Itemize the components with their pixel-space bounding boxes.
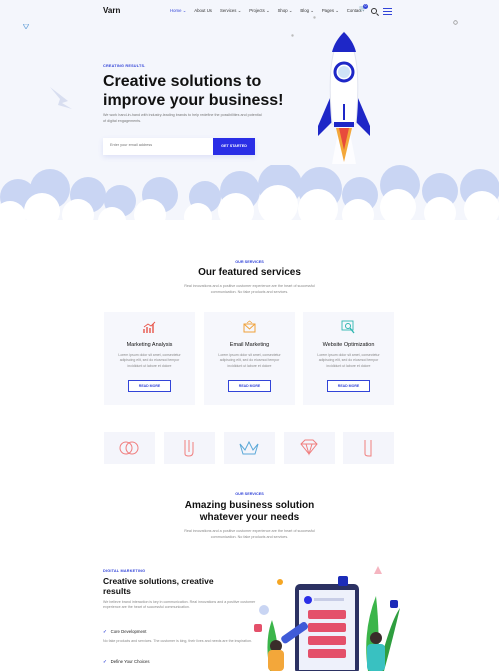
hamburger-menu-icon[interactable] [383, 8, 392, 16]
service-card: Website Optimization Lorem ipsum dolor s… [303, 312, 394, 405]
read-more-button[interactable]: READ MORE [228, 380, 271, 392]
check-icon: ✓ [103, 659, 107, 664]
service-card-title: Website Optimization [322, 342, 375, 348]
arrow-doodle-icon [50, 87, 72, 109]
get-started-button[interactable]: GET STARTED [213, 138, 255, 155]
client-logo[interactable] [343, 432, 394, 464]
digital-eyebrow: DIGITAL MARKETING [103, 569, 146, 573]
client-logo[interactable] [164, 432, 215, 464]
hero-title-line2: improve your business! [103, 92, 284, 109]
email-input[interactable] [110, 143, 210, 147]
marketing-illustration [254, 566, 400, 671]
client-logo[interactable] [284, 432, 335, 464]
nav-item-services[interactable]: Services ⌄ [220, 8, 241, 14]
nav-item-home[interactable]: Home ⌄ [170, 8, 186, 14]
main-menu: Home ⌄ About Us Services ⌄ Projects ⌄ Sh… [170, 8, 362, 14]
diamond-logo-icon [300, 439, 318, 456]
nav-item-shop[interactable]: Shop ⌄ [278, 8, 293, 14]
service-card-text: Lorem ipsum dolor sit amet, consectetur … [317, 353, 380, 368]
search-icon[interactable] [371, 8, 377, 14]
service-card: Marketing Analysis Lorem ipsum dolor sit… [104, 312, 195, 405]
services-eyebrow: OUR SERVICES [235, 260, 264, 264]
rocket-illustration [318, 31, 370, 164]
digital-paragraph: We believe brand interaction is key in c… [103, 600, 256, 610]
service-card-title: Email Marketing [229, 342, 270, 348]
services-title: Our featured services [198, 267, 301, 278]
chart-icon [143, 321, 156, 333]
read-more-button[interactable]: READ MORE [327, 380, 370, 392]
services-subtitle: Real innovations and a positive customer… [184, 284, 315, 294]
service-card: Email Marketing Lorem ipsum dolor sit am… [204, 312, 295, 405]
solutions-title-line1: Amazing business solution [184, 500, 315, 511]
hero-lead-text: We work hand-in-hand with industry-leadi… [103, 113, 262, 123]
clouds-illustration [0, 165, 499, 235]
hero-eyebrow: CREATING RESULTS. [103, 64, 146, 68]
nav-item-blog[interactable]: Blog ⌄ [300, 8, 313, 14]
rings-logo-icon [119, 441, 139, 455]
hero-section: Varn Home ⌄ About Us Services ⌄ Projects… [0, 0, 499, 235]
letter-logo-icon [364, 440, 372, 457]
solutions-title-line2: whatever your needs [199, 512, 300, 523]
letter-logo-icon [184, 440, 194, 457]
client-logo[interactable] [224, 432, 275, 464]
digital-paragraph: No fake products and services. The custo… [103, 639, 252, 643]
brand-logo[interactable]: Varn [103, 6, 120, 15]
dot-icon [291, 34, 294, 37]
top-navigation: Varn Home ⌄ About Us Services ⌄ Projects… [0, 0, 499, 22]
triangle-icon [23, 24, 29, 29]
hero-title: Creative solutions to improve your busin… [103, 72, 303, 110]
nav-item-pages[interactable]: Pages ⌄ [322, 8, 339, 14]
check-icon: ✓ [103, 629, 107, 634]
magnifier-icon [341, 320, 355, 334]
solutions-subtitle: Real innovations and a positive customer… [184, 529, 315, 539]
checklist-item: ✓ Define Your Choices [103, 659, 150, 665]
crown-logo-icon [239, 440, 259, 455]
digital-title: Creative solutions, creative results [103, 576, 214, 596]
service-card-title: Marketing Analysis [126, 342, 173, 348]
read-more-button[interactable]: READ MORE [128, 380, 171, 392]
service-card-text: Lorem ipsum dolor sit amet, consectetur … [218, 353, 281, 368]
solutions-eyebrow: OUR SERVICES [235, 492, 264, 496]
service-card-text: Lorem ipsum dolor sit amet, consectetur … [118, 353, 181, 368]
checklist-label: Define Your Choices [110, 659, 150, 664]
subscribe-form: GET STARTED [103, 138, 255, 155]
solutions-title: Amazing business solution whatever your … [0, 500, 499, 524]
nav-item-projects[interactable]: Projects ⌄ [249, 8, 269, 14]
envelope-icon [243, 320, 256, 333]
nav-item-about[interactable]: About Us [194, 8, 212, 14]
checklist-label: Core Development [110, 629, 147, 634]
client-logo[interactable] [104, 432, 155, 464]
cart-count-badge: 0 [363, 4, 368, 9]
checklist-item: ✓ Core Development [103, 629, 146, 635]
hero-title-line1: Creative solutions to [103, 73, 262, 90]
